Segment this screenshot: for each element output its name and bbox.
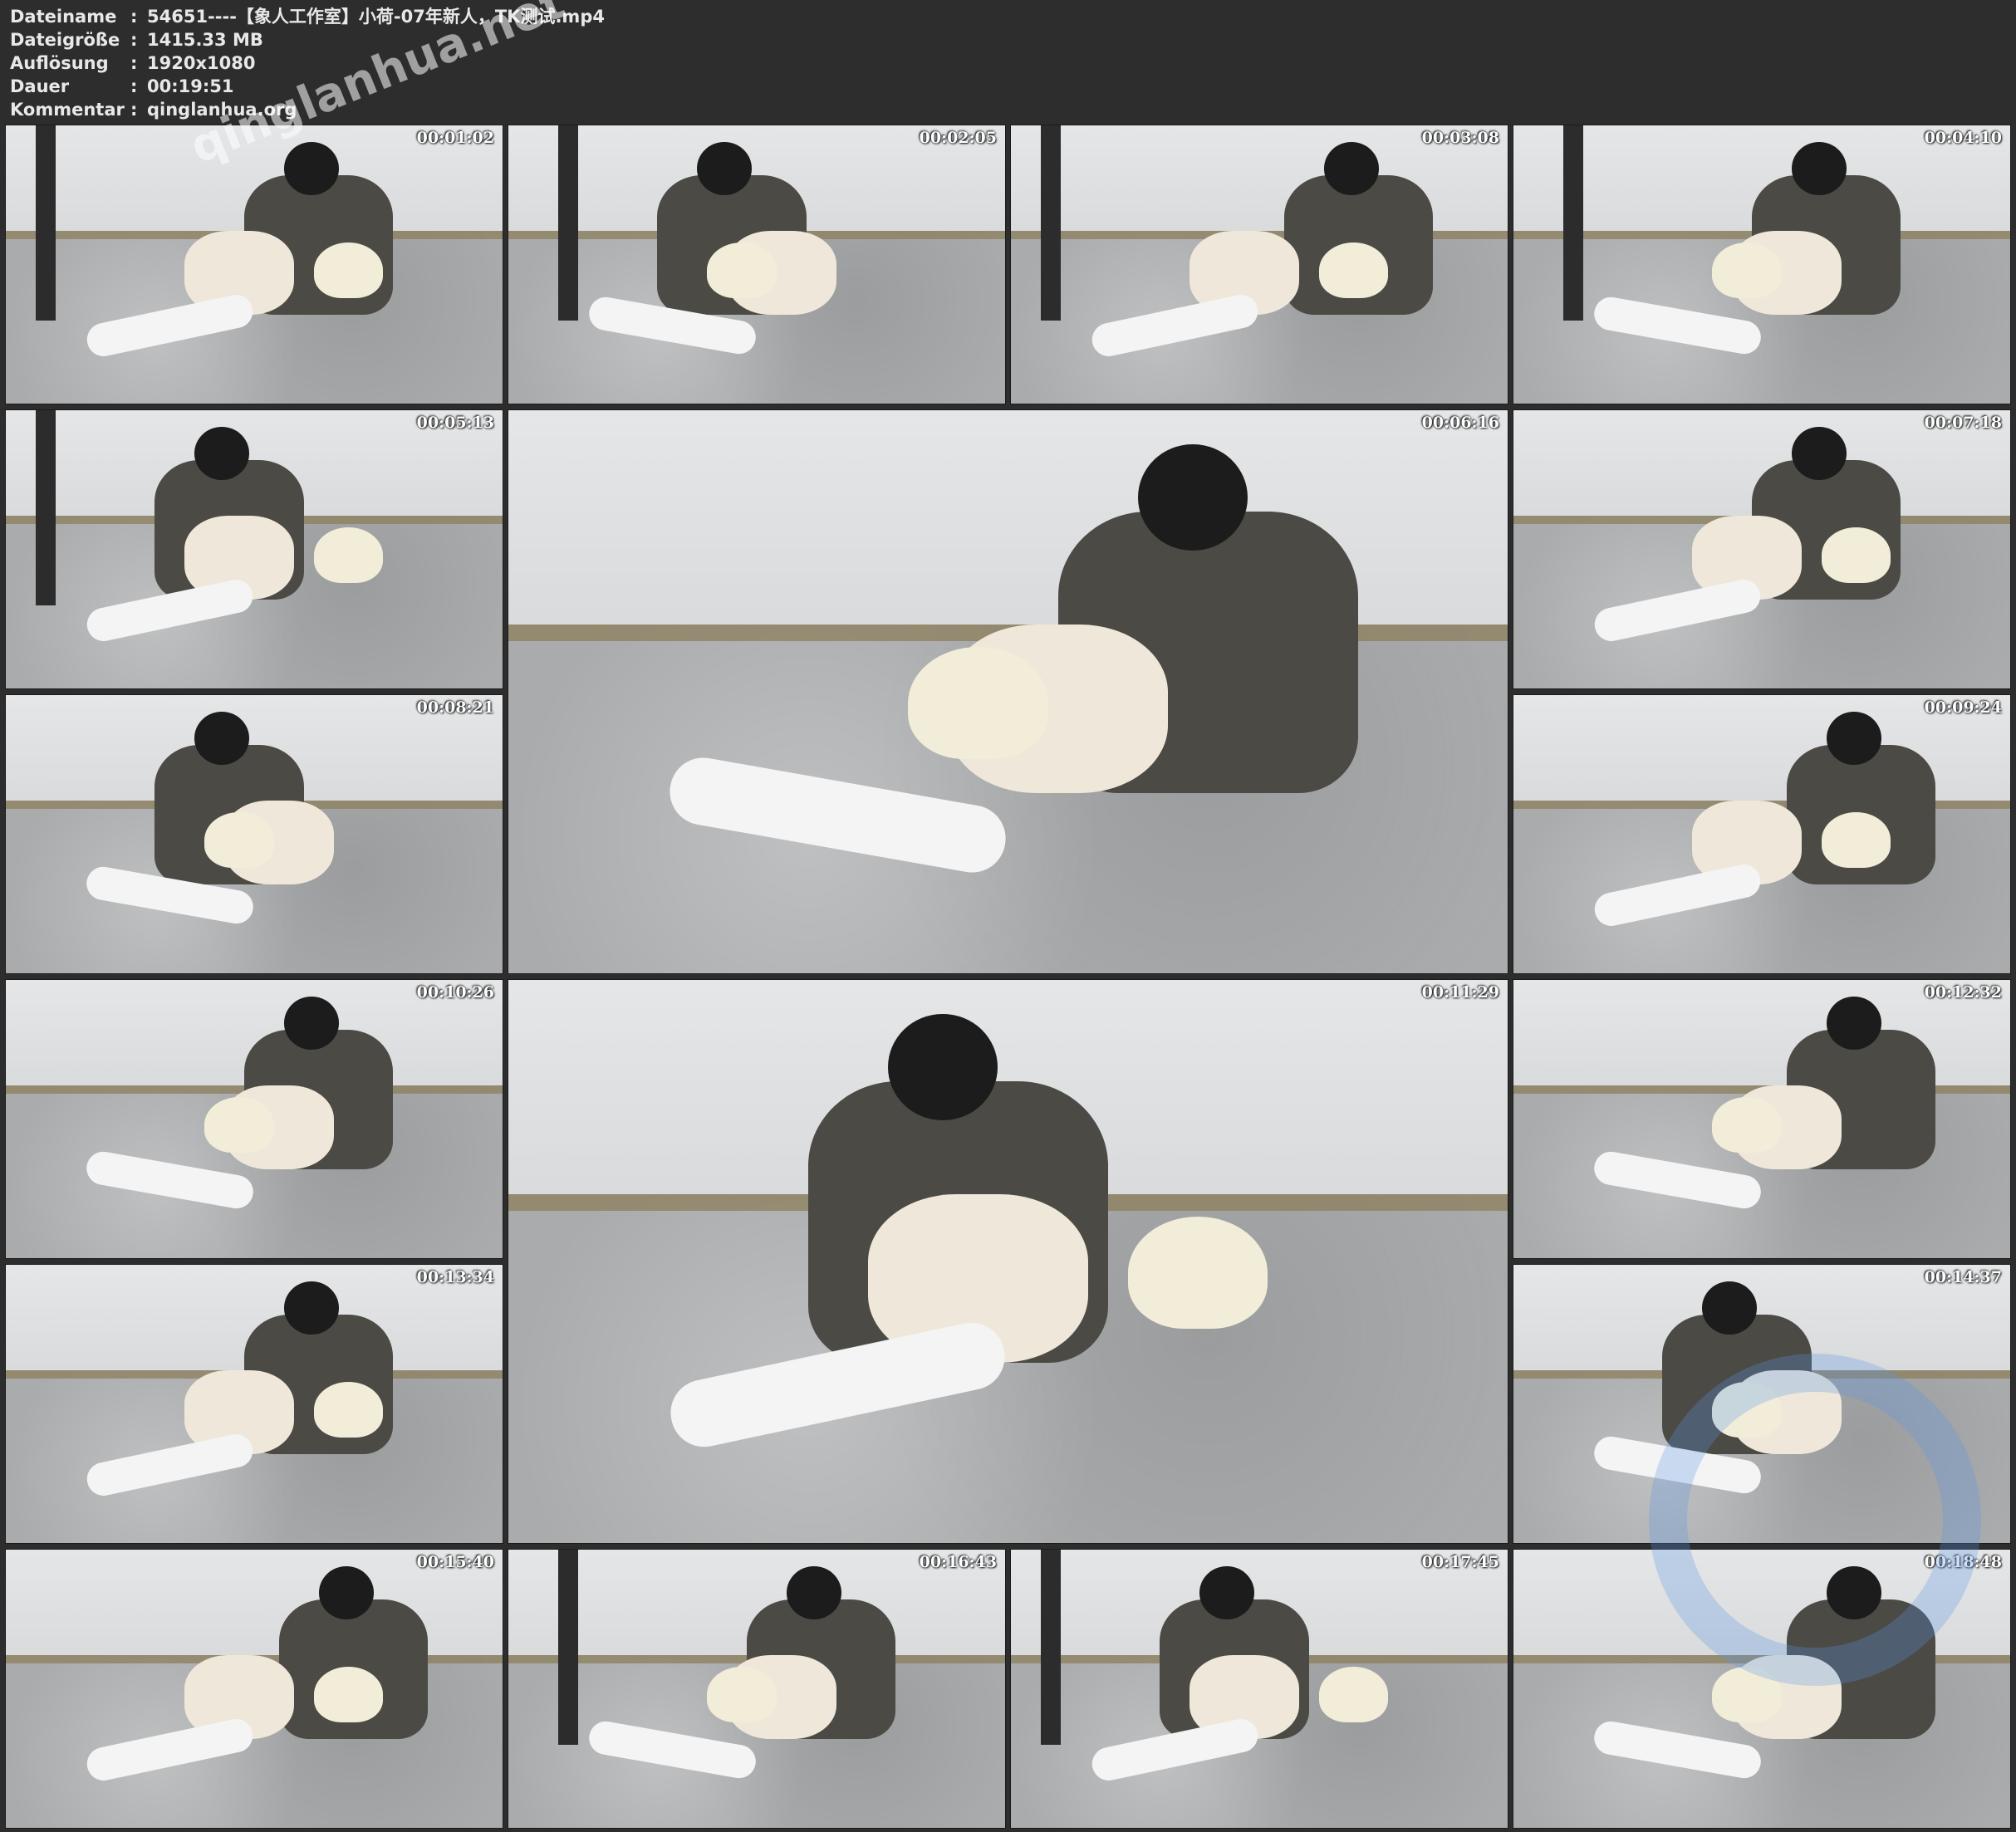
figure-head <box>283 142 339 195</box>
meta-label: Dateiname <box>10 7 117 27</box>
figure-head <box>1199 1566 1254 1619</box>
thumbnail-timestamp: 00:15:40 <box>416 1553 494 1571</box>
figure-head <box>1137 443 1248 551</box>
meta-separator: : <box>130 100 138 120</box>
figure-cap <box>1712 1096 1782 1153</box>
thumbnail-timestamp: 00:02:05 <box>919 129 997 147</box>
video-thumbnail: 00:09:24 <box>1513 694 2011 974</box>
figure-head <box>318 1566 374 1619</box>
figure-cap <box>204 1096 274 1153</box>
thumbnail-timestamp: 00:10:26 <box>416 983 494 1002</box>
thumbnail-timestamp: 00:04:10 <box>1924 129 2002 147</box>
thumbnail-timestamp: 00:06:16 <box>1421 414 1499 432</box>
thumbnail-timestamp: 00:12:32 <box>1924 983 2002 1002</box>
meta-value: 00:19:51 <box>147 76 234 96</box>
video-thumbnail: 00:04:10 <box>1513 125 2011 404</box>
thumbnail-timestamp: 00:01:02 <box>416 129 494 147</box>
scene-pillar <box>557 125 578 321</box>
video-thumbnail: 00:08:21 <box>5 694 503 974</box>
figure-cap <box>313 242 384 298</box>
figure-cap <box>1712 242 1782 298</box>
meta-row-resolution: Auflösung:1920x1080 <box>10 51 255 75</box>
figure-cap <box>204 811 274 868</box>
figure-head <box>1826 712 1881 765</box>
meta-separator: : <box>130 7 138 27</box>
meta-label: Dateigröße <box>10 30 120 50</box>
thumbnail-timestamp: 00:17:45 <box>1421 1553 1499 1571</box>
logo-watermark <box>1649 1354 1981 1686</box>
figure-head <box>283 997 339 1050</box>
video-thumbnail: 00:12:32 <box>1513 979 2011 1259</box>
video-thumbnail: 00:15:40 <box>5 1549 503 1829</box>
figure-head <box>697 142 752 195</box>
meta-value: 1920x1080 <box>147 53 256 73</box>
figure-cap <box>1127 1216 1268 1330</box>
thumbnail-timestamp: 00:11:29 <box>1421 983 1499 1002</box>
figure-cap <box>313 1666 384 1722</box>
figure-cap <box>1821 527 1891 583</box>
figure-head <box>1323 142 1379 195</box>
scene-pillar <box>35 125 56 321</box>
meta-row-duration: Dauer:00:19:51 <box>10 75 233 98</box>
meta-separator: : <box>130 53 138 73</box>
video-thumbnail: 00:16:43 <box>508 1549 1006 1829</box>
thumbnail-timestamp: 00:05:13 <box>416 414 494 432</box>
video-thumbnail: 00:10:26 <box>5 979 503 1259</box>
figure-head <box>1791 142 1847 195</box>
thumbnail-timestamp: 00:14:37 <box>1924 1268 2002 1286</box>
figure-head <box>283 1281 339 1335</box>
figure-cap <box>1318 1666 1389 1722</box>
thumbnail-timestamp: 00:16:43 <box>919 1553 997 1571</box>
scene-pillar <box>35 410 56 605</box>
thumbnail-timestamp: 00:08:21 <box>416 698 494 717</box>
video-thumbnail: 00:17:45 <box>1010 1549 1508 1829</box>
figure-head <box>786 1566 841 1619</box>
video-thumbnail: 00:11:29 <box>508 979 1508 1544</box>
figure-cap <box>1318 242 1389 298</box>
figure-head <box>1791 427 1847 480</box>
video-thumbnail: 00:05:13 <box>5 409 503 689</box>
figure-cap <box>1821 811 1891 868</box>
meta-separator: : <box>130 76 138 96</box>
video-thumbnail: 00:06:16 <box>508 409 1508 974</box>
figure-head <box>1826 997 1881 1050</box>
video-thumbnail: 00:03:08 <box>1010 125 1508 404</box>
figure-cap <box>707 1666 777 1722</box>
meta-value: 1415.33 MB <box>147 30 263 50</box>
scene-pillar <box>1040 1550 1061 1745</box>
thumbnail-timestamp: 00:07:18 <box>1924 414 2002 432</box>
figure-cap <box>313 527 384 583</box>
scene-pillar <box>1040 125 1061 321</box>
meta-label: Kommentar <box>10 100 125 120</box>
scene-pillar <box>1562 125 1583 321</box>
figure-cap <box>908 646 1048 760</box>
meta-separator: : <box>130 30 138 50</box>
video-thumbnail: 00:07:18 <box>1513 409 2011 689</box>
meta-label: Dauer <box>10 76 70 96</box>
thumbnail-timestamp: 00:09:24 <box>1924 698 2002 717</box>
figure-cap <box>707 242 777 298</box>
figure-head <box>1702 1281 1757 1335</box>
meta-row-filesize: Dateigröße:1415.33 MB <box>10 28 263 51</box>
figure-head <box>194 712 249 765</box>
meta-label: Auflösung <box>10 53 109 73</box>
video-thumbnail: 00:13:34 <box>5 1264 503 1544</box>
scene-wall <box>508 410 1508 636</box>
figure-head <box>888 1013 998 1121</box>
thumbnail-timestamp: 00:03:08 <box>1421 129 1499 147</box>
video-thumbnail: 00:02:05 <box>508 125 1006 404</box>
thumbnail-timestamp: 00:13:34 <box>416 1268 494 1286</box>
figure-cap <box>313 1381 384 1438</box>
video-thumbnail: 00:01:02 <box>5 125 503 404</box>
scene-pillar <box>557 1550 578 1745</box>
figure-head <box>194 427 249 480</box>
